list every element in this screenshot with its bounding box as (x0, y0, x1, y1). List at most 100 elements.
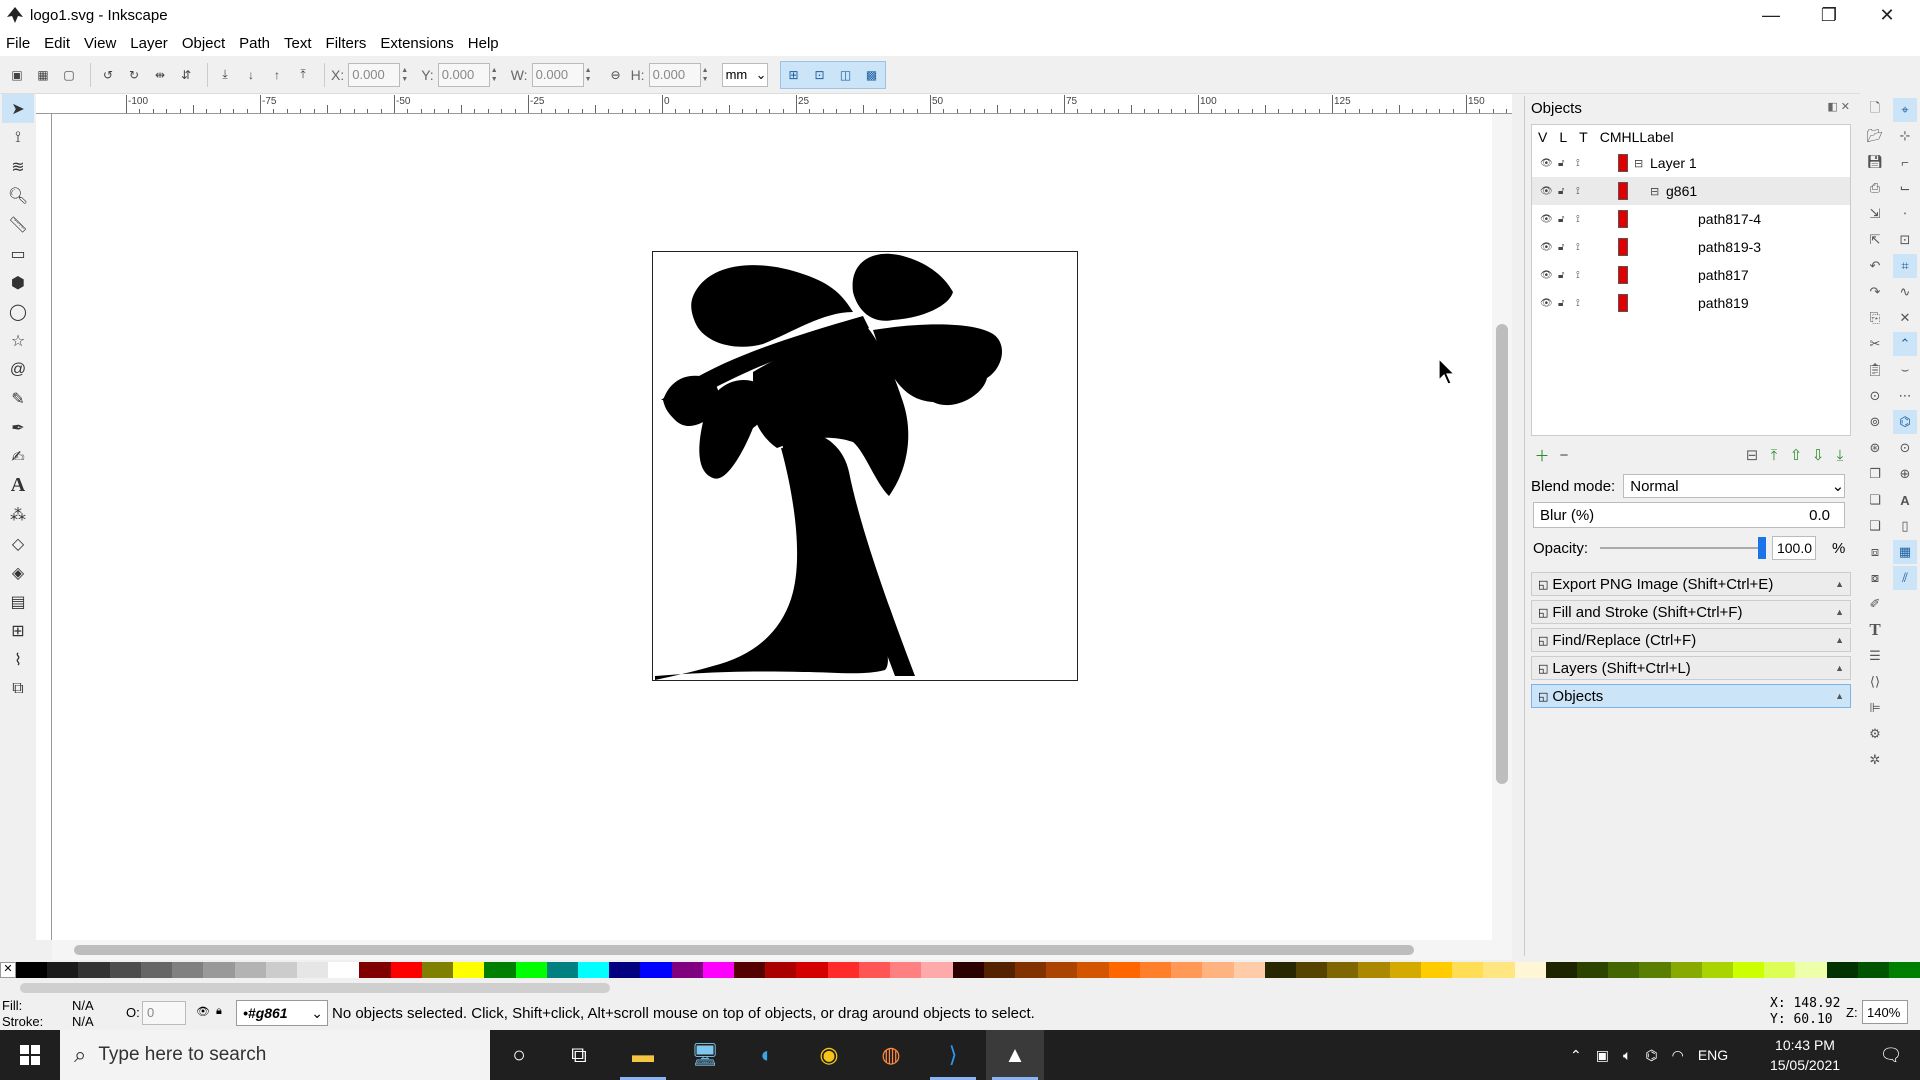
dock-tab[interactable]: ◱ Objects ▲ (1531, 684, 1851, 708)
collapse-arrow-icon[interactable]: ▲ (1835, 607, 1844, 617)
lock-icon[interactable]: 🔓︎ (1558, 186, 1564, 197)
snap-bbox-midpoint-icon[interactable]: ⋅ (1893, 202, 1917, 226)
eye-icon[interactable]: 👁︎ (1540, 298, 1553, 309)
y-stepper[interactable]: ▲ ▼ (491, 63, 503, 87)
drawing-canvas[interactable] (52, 114, 1492, 940)
save-icon[interactable]: 💾︎ (1863, 150, 1887, 174)
snap-grid-icon[interactable]: ▦ (1893, 540, 1917, 564)
color-swatch[interactable] (1857, 962, 1890, 978)
menu-filters[interactable]: Filters (326, 35, 367, 52)
color-swatch[interactable] (1108, 962, 1140, 978)
snap-bbox-icon[interactable]: ⊹ (1893, 124, 1917, 148)
unlink-clone-icon[interactable]: ❑ (1863, 514, 1887, 538)
layers-icon[interactable]: ☰ (1863, 644, 1887, 668)
snap-cusp-icon[interactable]: ⌃ (1893, 332, 1917, 356)
col-type[interactable]: T (1579, 129, 1588, 145)
menu-text[interactable]: Text (284, 35, 312, 52)
paste-icon[interactable]: 📋︎ (1863, 358, 1887, 382)
text-font-icon[interactable]: T (1863, 618, 1887, 642)
tree-row[interactable]: 👁︎ 🔓︎ ⟟ ⊟ Layer 1 (1532, 149, 1850, 177)
group-icon[interactable]: ⧈ (1863, 540, 1887, 564)
color-swatch[interactable] (952, 962, 984, 978)
remove-icon[interactable]: − (1553, 444, 1575, 466)
lower-icon[interactable]: ↓ (240, 64, 262, 86)
menu-layer[interactable]: Layer (130, 35, 168, 52)
color-swatch[interactable] (109, 962, 141, 978)
eye-icon[interactable]: 👁︎ (1540, 158, 1553, 169)
snap-bbox-center-icon[interactable]: ⊡ (1893, 228, 1917, 252)
taskbar-search[interactable]: ⌕ Type here to search (60, 1030, 490, 1080)
col-highlight[interactable]: HL (1621, 129, 1639, 145)
edit-fill-icon[interactable]: ✐ (1863, 592, 1887, 616)
snap-nodes-icon[interactable]: ⌗ (1893, 254, 1917, 278)
opacity-input[interactable]: 100.0 (1772, 536, 1817, 560)
lower-to-bottom-icon[interactable]: ⤓ (1829, 444, 1851, 466)
meet-now-icon[interactable]: ▣ (1596, 1047, 1609, 1064)
dropper-tool-icon[interactable]: ⌇ (2, 645, 34, 674)
undo-icon[interactable]: ↶ (1863, 254, 1887, 278)
tree-row[interactable]: 👁︎ 🔓︎ ⟟ path817-4 (1532, 205, 1850, 233)
raise-to-top-icon[interactable]: ⤒ (292, 64, 314, 86)
color-swatch[interactable] (671, 962, 703, 978)
snap-center-icon[interactable]: ⊙ (1893, 436, 1917, 460)
zoom-drawing-icon[interactable]: ⊚ (1863, 410, 1887, 434)
network-icon[interactable]: ⌬ (1645, 1047, 1657, 1064)
scroll-thumb[interactable] (20, 983, 610, 993)
dock-tab[interactable]: ◱ Fill and Stroke (Shift+Ctrl+F) ▲ (1531, 600, 1851, 624)
path819-3[interactable] (852, 253, 953, 321)
color-swatch[interactable] (734, 962, 766, 978)
xml-editor-icon[interactable]: ⟨⟩ (1863, 670, 1887, 694)
tree-row[interactable]: 👁︎ 🔓︎ ⟟ path819 (1532, 289, 1850, 317)
measure-tool-icon[interactable]: 📏︎ (2, 210, 34, 239)
color-swatch[interactable] (1358, 962, 1390, 978)
h-stepper[interactable]: ▲ ▼ (702, 63, 714, 87)
preferences-icon[interactable]: ✲ (1863, 748, 1887, 772)
color-swatch[interactable] (609, 962, 641, 978)
vertical-ruler[interactable] (36, 114, 52, 940)
text-tool-icon[interactable]: A (2, 471, 34, 500)
palette-scrollbar[interactable] (0, 980, 1920, 996)
clone-icon[interactable]: ❏ (1863, 488, 1887, 512)
color-swatch[interactable] (1764, 962, 1796, 978)
ungroup-icon[interactable]: ⧇ (1863, 566, 1887, 590)
mesh-tool-icon[interactable]: ⊞ (2, 616, 34, 645)
collapse-icon[interactable]: ⊟ (1741, 444, 1763, 466)
flip-horizontal-icon[interactable]: ⇹ (149, 64, 171, 86)
rectangle-tool-icon[interactable]: ▭ (2, 239, 34, 268)
collapse-arrow-icon[interactable]: ▲ (1835, 579, 1844, 589)
menu-edit[interactable]: Edit (44, 35, 70, 52)
scroll-thumb[interactable] (74, 945, 1414, 955)
color-swatch[interactable] (858, 962, 891, 978)
highlight-color-swatch[interactable] (1618, 294, 1628, 312)
import-icon[interactable]: ⇲ (1863, 202, 1887, 226)
menu-object[interactable]: Object (182, 35, 225, 52)
dock-tab[interactable]: ◱ Find/Replace (Ctrl+F) ▲ (1531, 628, 1851, 652)
color-swatch[interactable] (1233, 962, 1265, 978)
star-tool-icon[interactable]: ☆ (2, 326, 34, 355)
connector-tool-icon[interactable]: ⧉ (2, 674, 34, 703)
eye-icon[interactable]: 👁︎ (1540, 186, 1553, 197)
pc-app-icon[interactable]: 🖥︎ (676, 1030, 734, 1080)
raise-icon[interactable]: ↑ (266, 64, 288, 86)
color-swatch[interactable] (16, 962, 48, 978)
document-properties-icon[interactable]: ⚙ (1863, 722, 1887, 746)
dock-tab[interactable]: ◱ Export PNG Image (Shift+Ctrl+E) ▲ (1531, 572, 1851, 596)
language-indicator[interactable]: ENG (1698, 1047, 1728, 1063)
color-swatch[interactable] (1889, 962, 1920, 978)
lock-icon[interactable]: 🔓︎ (1558, 270, 1564, 281)
menu-file[interactable]: File (6, 35, 30, 52)
color-swatch[interactable] (1701, 962, 1734, 978)
pencil-tool-icon[interactable]: ✎ (2, 384, 34, 413)
col-clipmask[interactable]: CM (1600, 129, 1622, 145)
no-paint-swatch[interactable]: ✕ (0, 962, 16, 978)
collapse-arrow-icon[interactable]: ▲ (1835, 663, 1844, 673)
color-swatch[interactable] (1576, 962, 1609, 978)
color-swatch[interactable] (265, 962, 297, 978)
task-view-icon[interactable]: ⧉ (550, 1030, 608, 1080)
color-swatch[interactable] (1826, 962, 1858, 978)
unit-select[interactable]: mm ⌄ (721, 62, 768, 87)
snap-others-icon[interactable]: ⌬ (1893, 410, 1917, 434)
zoom-tool-icon[interactable]: 🔍︎ (2, 181, 34, 210)
tree-row[interactable]: 👁︎ 🔓︎ ⟟ path817 (1532, 261, 1850, 289)
color-swatch[interactable] (1733, 962, 1765, 978)
